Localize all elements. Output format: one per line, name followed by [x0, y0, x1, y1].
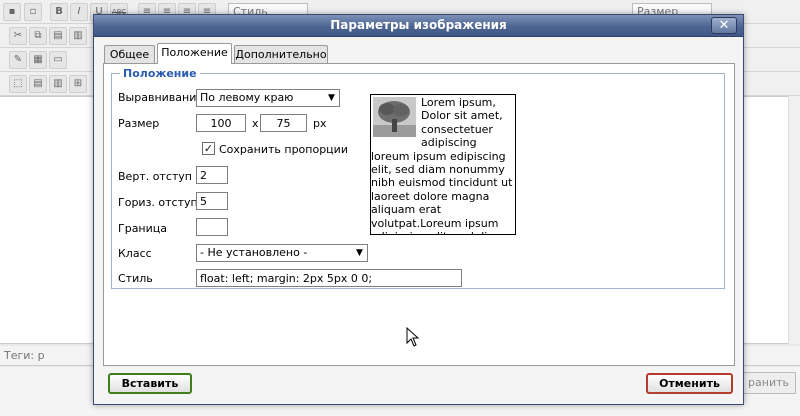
vspace-label: Верт. отступ: [118, 170, 192, 183]
dialog-title: Параметры изображения: [330, 18, 507, 32]
merge-icon[interactable]: ⊞: [69, 75, 87, 93]
keep-proportions-checkbox[interactable]: ✓: [202, 142, 215, 155]
tab-position[interactable]: Положение: [157, 43, 232, 64]
insert-row-icon[interactable]: ▤: [29, 75, 47, 93]
alignment-label: Выравнивание: [118, 91, 204, 104]
checkmark-icon: ✓: [203, 142, 214, 155]
border-label: Граница: [118, 222, 168, 235]
paste-text-icon[interactable]: ▥: [69, 27, 87, 45]
editor-scrollbar[interactable]: [788, 96, 800, 344]
alignment-preview: Lorem ipsum, Dolor sit amet, consectetue…: [370, 94, 516, 235]
class-select-value: - Не установлено -: [200, 246, 308, 259]
tab-general-label: Общее: [109, 48, 150, 61]
table-icon[interactable]: ▦: [29, 51, 47, 69]
position-fieldset: Положение Выравнивание По левому краю ▼ …: [111, 67, 725, 289]
style-input[interactable]: [196, 269, 462, 287]
insert-button[interactable]: Вставить: [108, 373, 192, 394]
chevron-down-icon: ▼: [324, 90, 339, 106]
copy-icon[interactable]: ⧉: [29, 27, 47, 45]
cancel-button[interactable]: Отменить: [646, 373, 733, 394]
tab-panel-position: Положение Выравнивание По левому краю ▼ …: [103, 63, 735, 366]
chevron-down-icon: ▼: [352, 245, 367, 261]
style-label: Стиль: [118, 272, 153, 285]
tab-position-label: Положение: [161, 46, 228, 59]
save-button-background[interactable]: ранить: [738, 372, 796, 394]
bold-button[interactable]: B: [50, 3, 68, 21]
mouse-pointer-icon: [406, 327, 420, 347]
border-input[interactable]: [196, 218, 228, 236]
size-separator: x: [252, 117, 259, 130]
paste-icon[interactable]: ▤: [49, 27, 67, 45]
tab-advanced-label: Дополнительно: [235, 48, 327, 61]
height-input[interactable]: [260, 114, 307, 132]
tab-advanced[interactable]: Дополнительно: [234, 45, 328, 64]
fieldset-legend: Положение: [120, 67, 200, 80]
insert-col-icon[interactable]: ▥: [49, 75, 67, 93]
new-document-icon[interactable]: ▫: [24, 3, 42, 21]
size-label: Размер: [118, 117, 160, 130]
keep-proportions-label: Сохранить пропорции: [219, 143, 348, 156]
tree-image-icon: [373, 97, 416, 137]
size-unit: px: [313, 117, 327, 130]
tab-general[interactable]: Общее: [104, 45, 155, 64]
close-button[interactable]: ✕: [711, 17, 737, 34]
italic-button[interactable]: I: [70, 3, 88, 21]
alignment-select[interactable]: По левому краю ▼: [196, 89, 340, 107]
select-icon[interactable]: ⬚: [9, 75, 27, 93]
edit-icon[interactable]: ✎: [9, 51, 27, 69]
dialog-titlebar[interactable]: Параметры изображения ✕: [94, 15, 743, 37]
class-label: Класс: [118, 247, 152, 260]
width-input[interactable]: [196, 114, 246, 132]
status-tags-text: Теги: p: [4, 349, 45, 362]
hspace-label: Гориз. отступ: [118, 196, 198, 209]
class-select[interactable]: - Не установлено - ▼: [196, 244, 368, 262]
alignment-select-value: По левому краю: [200, 91, 294, 104]
vspace-input[interactable]: [196, 166, 228, 184]
row-icon[interactable]: ▭: [49, 51, 67, 69]
hspace-input[interactable]: [196, 192, 228, 210]
cut-icon[interactable]: ✂: [9, 27, 27, 45]
save-icon[interactable]: ▪: [3, 3, 21, 21]
close-icon: ✕: [718, 18, 730, 33]
